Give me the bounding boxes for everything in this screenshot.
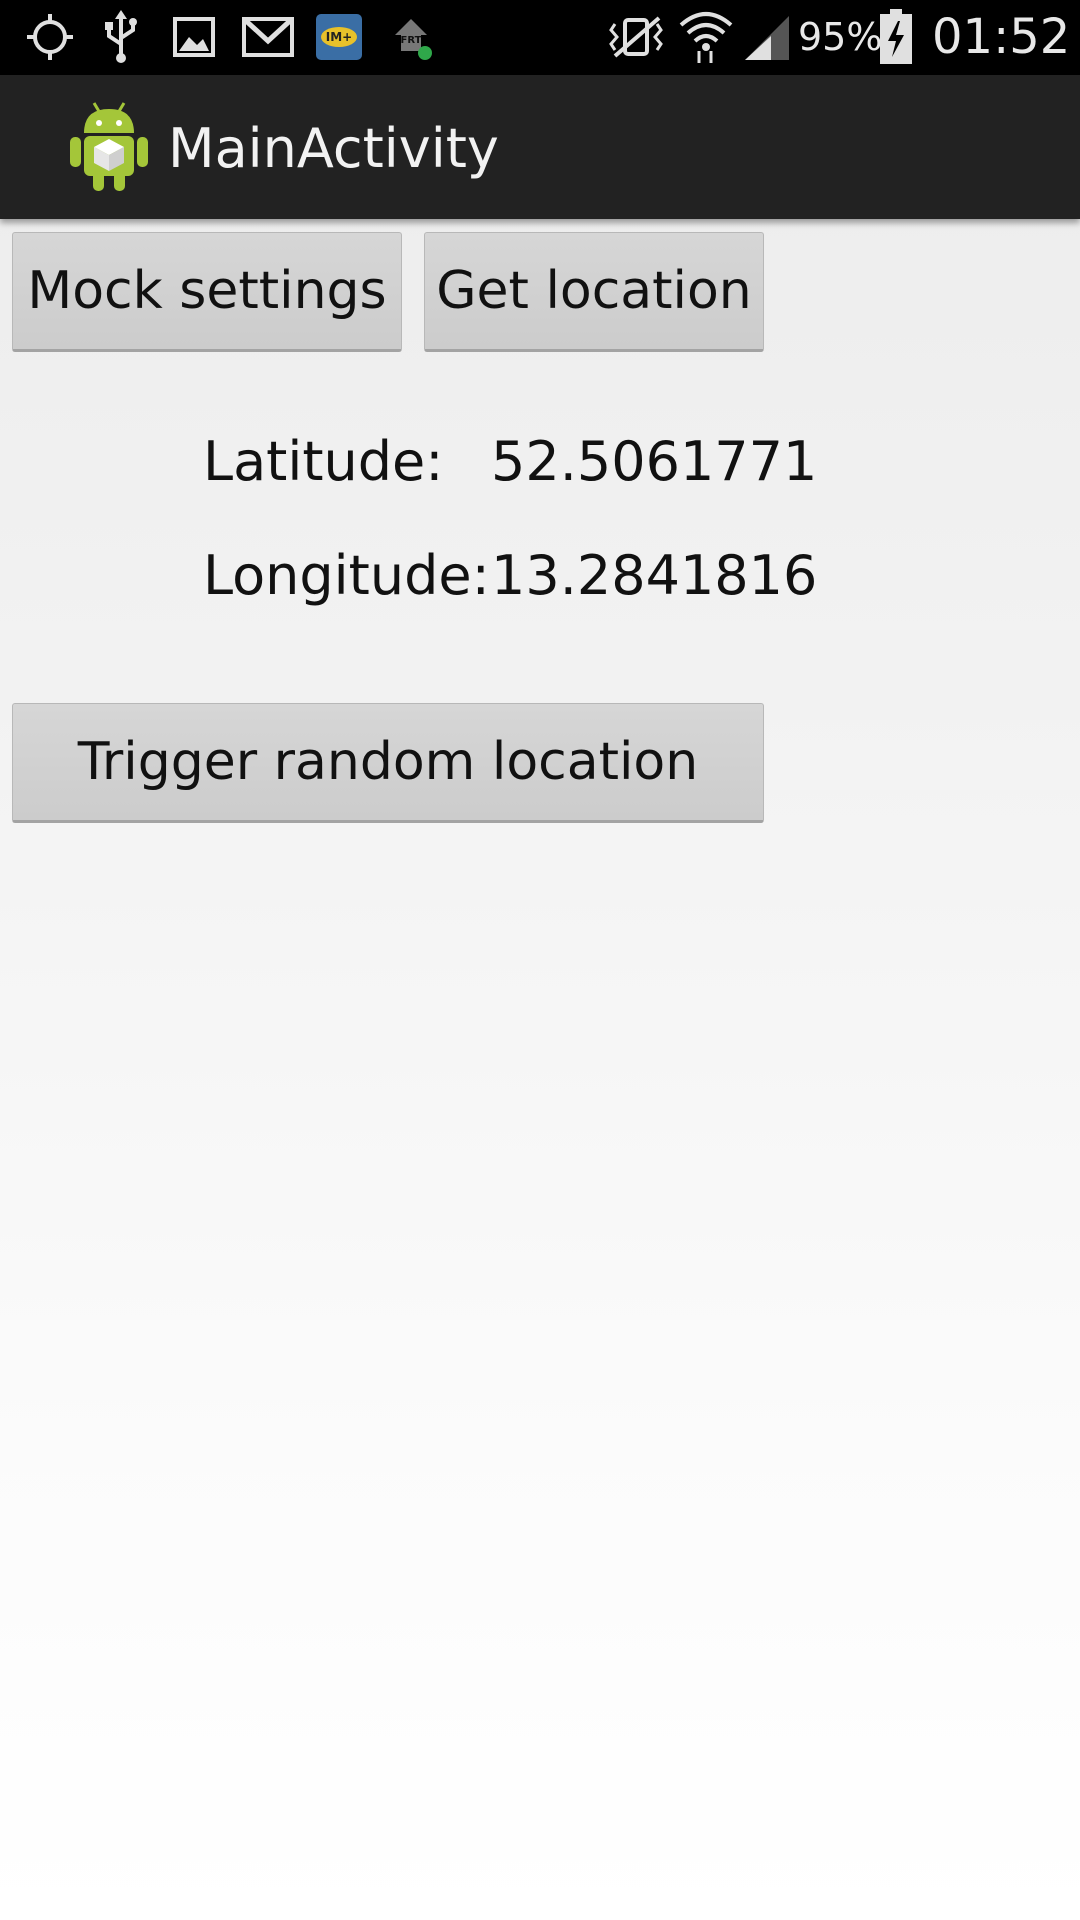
longitude-value: 13.2841816 xyxy=(491,544,818,607)
get-location-button[interactable]: Get location xyxy=(424,232,764,352)
app-notification-icon: FRT xyxy=(386,8,436,66)
wifi-icon xyxy=(678,8,734,66)
im-plus-icon: IM+ xyxy=(314,8,364,66)
mock-settings-button[interactable]: Mock settings xyxy=(12,232,402,352)
battery-charging-icon xyxy=(876,8,916,66)
trigger-random-location-button[interactable]: Trigger random location xyxy=(12,703,764,823)
status-bar: IM+ FRT 95% 01:52 xyxy=(0,0,1080,75)
action-bar: MainActivity xyxy=(0,75,1080,219)
vibrate-icon xyxy=(600,8,672,66)
longitude-label: Longitude: xyxy=(203,544,490,607)
latitude-label: Latitude: xyxy=(203,430,444,493)
app-title: MainActivity xyxy=(168,117,499,180)
android-app-icon xyxy=(64,95,154,195)
gallery-icon xyxy=(168,8,220,66)
svg-text:FRT: FRT xyxy=(401,35,422,46)
battery-percent: 95% xyxy=(798,15,883,59)
usb-icon xyxy=(96,8,146,66)
latitude-value: 52.5061771 xyxy=(491,430,818,493)
gps-icon xyxy=(22,8,78,66)
gmail-icon xyxy=(240,8,296,66)
svg-text:IM+: IM+ xyxy=(326,30,352,44)
signal-icon xyxy=(740,8,792,66)
clock: 01:52 xyxy=(932,9,1071,65)
